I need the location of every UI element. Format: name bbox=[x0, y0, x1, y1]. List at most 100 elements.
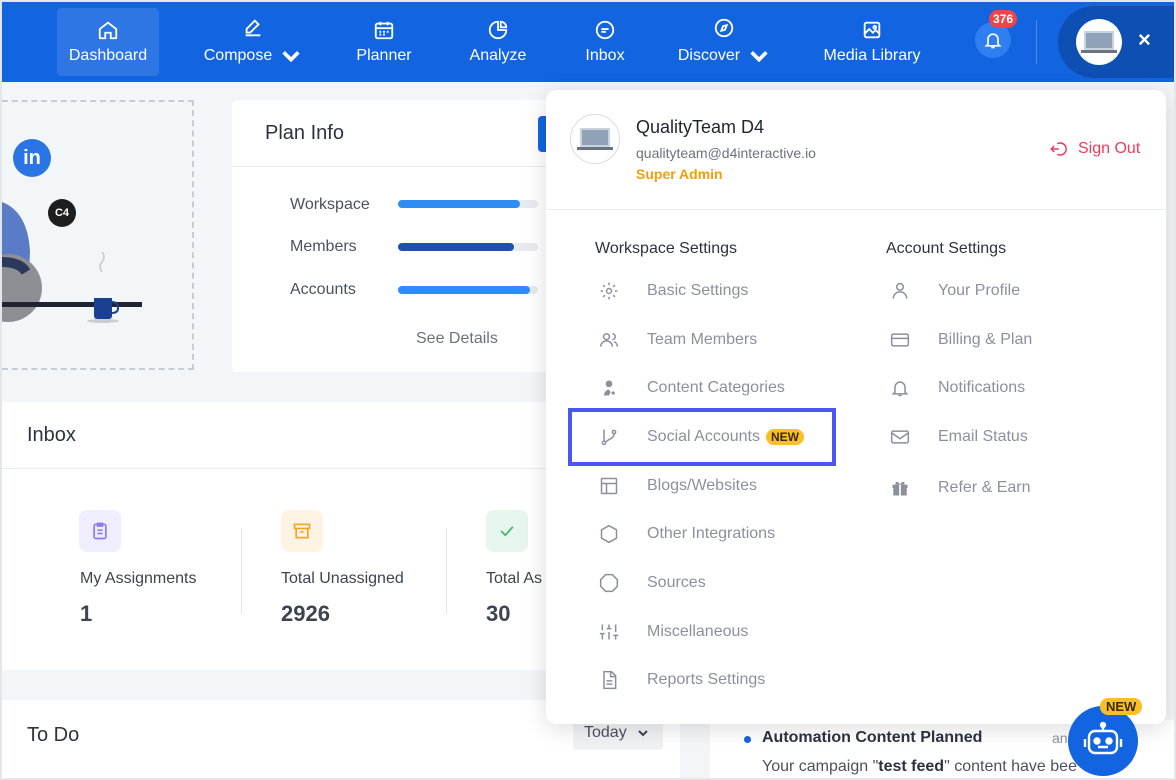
account-settings-heading: Account Settings bbox=[886, 240, 1007, 257]
nav-analyze[interactable]: Analyze bbox=[462, 8, 534, 76]
menu-label: Your Profile bbox=[938, 282, 1021, 299]
nav-discover[interactable]: Discover bbox=[676, 8, 772, 76]
nav-dashboard[interactable]: Dashboard bbox=[57, 8, 159, 76]
bell-icon bbox=[984, 33, 1002, 49]
plan-row-label: Members bbox=[290, 238, 357, 255]
users-icon bbox=[599, 333, 619, 347]
menu-label: Billing & Plan bbox=[938, 331, 1033, 348]
divider bbox=[446, 528, 447, 614]
menu-label: Other Integrations bbox=[647, 525, 776, 542]
plan-info-card: Plan Info Workspace Members Accounts See… bbox=[232, 100, 552, 372]
menu-label: Sources bbox=[647, 574, 706, 591]
menu-label: Email Status bbox=[938, 428, 1028, 445]
profile-email: qualityteam@d4interactive.io bbox=[636, 145, 816, 161]
contentstudio-logo-icon: C4 bbox=[48, 199, 76, 227]
image-icon bbox=[863, 21, 881, 39]
laptop-avatar-icon bbox=[577, 128, 613, 150]
mail-icon bbox=[890, 430, 910, 444]
notification-time: an bbox=[1052, 730, 1068, 746]
notification-body: Your campaign "test feed" content have b… bbox=[762, 758, 1077, 775]
sign-out-label: Sign Out bbox=[1078, 140, 1141, 157]
new-badge: NEW bbox=[1100, 698, 1143, 715]
menu-email-status[interactable]: Email Status bbox=[890, 422, 1028, 452]
stat-label: Total As bbox=[486, 570, 543, 587]
notification-count-badge: 376 bbox=[989, 10, 1018, 28]
sign-out-icon bbox=[1050, 142, 1067, 156]
menu-billing-plan[interactable]: Billing & Plan bbox=[890, 325, 1032, 355]
document-icon bbox=[603, 670, 617, 690]
close-menu-button[interactable]: × bbox=[1138, 29, 1151, 51]
nav-inbox[interactable]: Inbox bbox=[576, 8, 634, 76]
gear-icon bbox=[600, 282, 618, 300]
accounts-usage-bar bbox=[398, 286, 538, 294]
inbox-title: Inbox bbox=[27, 424, 76, 446]
stat-value: 2926 bbox=[281, 601, 330, 626]
members-usage-bar bbox=[398, 243, 538, 251]
archive-icon bbox=[281, 510, 323, 552]
plan-info-title: Plan Info bbox=[265, 122, 344, 144]
chat-icon bbox=[595, 20, 615, 40]
divider bbox=[232, 166, 552, 167]
profile-name: QualityTeam D4 bbox=[636, 117, 765, 137]
profile-avatar bbox=[570, 114, 620, 164]
divider bbox=[2, 468, 562, 469]
menu-refer-earn[interactable]: Refer & Earn bbox=[890, 473, 1030, 503]
nav-media-library[interactable]: Media Library bbox=[816, 8, 928, 76]
hexagon-icon bbox=[600, 524, 618, 544]
workspace-settings-heading: Workspace Settings bbox=[595, 240, 737, 257]
divider bbox=[546, 209, 1166, 210]
nav-label: Inbox bbox=[585, 47, 625, 64]
menu-team-members[interactable]: Team Members bbox=[599, 325, 757, 355]
menu-label: Content Categories bbox=[647, 379, 785, 396]
menu-sources[interactable]: Sources bbox=[599, 568, 706, 598]
stat-value: 1 bbox=[80, 601, 93, 626]
menu-label: Reports Settings bbox=[647, 671, 766, 688]
nav-planner[interactable]: Planner bbox=[349, 8, 419, 76]
chevron-down-icon bbox=[637, 730, 648, 737]
chevron-down-icon bbox=[282, 51, 300, 63]
menu-label: Notifications bbox=[938, 379, 1026, 396]
nav-compose[interactable]: Compose bbox=[198, 8, 308, 76]
plan-row-label: Workspace bbox=[290, 196, 370, 213]
bell-icon bbox=[891, 381, 909, 397]
avatar[interactable] bbox=[1076, 19, 1122, 65]
nav-label: Analyze bbox=[469, 47, 527, 64]
pie-chart-icon bbox=[488, 20, 508, 40]
stat-value: 30 bbox=[486, 601, 511, 626]
divider bbox=[241, 528, 242, 614]
see-details-link[interactable]: See Details bbox=[416, 330, 498, 348]
gift-icon bbox=[892, 481, 908, 496]
profile-dropdown: QualityTeam D4 qualityteam@d4interactive… bbox=[546, 90, 1166, 724]
clipboard-icon bbox=[79, 510, 121, 552]
sign-out-button[interactable]: Sign Out bbox=[1048, 140, 1140, 158]
sliders-icon bbox=[599, 624, 619, 640]
nav-label: Compose bbox=[203, 47, 273, 64]
menu-label: Basic Settings bbox=[647, 282, 749, 299]
menu-miscellaneous[interactable]: Miscellaneous bbox=[599, 617, 748, 647]
menu-your-profile[interactable]: Your Profile bbox=[890, 276, 1020, 306]
compass-icon bbox=[714, 18, 734, 38]
plan-row-label: Accounts bbox=[290, 281, 356, 298]
selection-highlight bbox=[568, 408, 836, 466]
chevron-down-icon bbox=[750, 51, 768, 63]
nav-label: Planner bbox=[356, 47, 412, 64]
menu-content-categories[interactable]: Content Categories bbox=[599, 373, 785, 403]
stat-label: Total Unassigned bbox=[281, 570, 404, 587]
menu-basic-settings[interactable]: Basic Settings bbox=[599, 276, 748, 306]
check-icon bbox=[486, 510, 528, 552]
nav-label: Discover bbox=[677, 47, 741, 64]
notification-title: Automation Content Planned bbox=[762, 729, 983, 746]
profile-role: Super Admin bbox=[636, 166, 723, 182]
home-icon bbox=[98, 21, 118, 40]
nav-label: Dashboard bbox=[68, 47, 148, 64]
menu-other-integrations[interactable]: Other Integrations bbox=[599, 519, 775, 549]
chatbot-button[interactable] bbox=[1068, 706, 1138, 776]
layout-icon bbox=[600, 477, 618, 495]
menu-notifications[interactable]: Notifications bbox=[890, 373, 1025, 403]
app-window: Dashboard Compose Planner Analyze Inbox … bbox=[0, 0, 1176, 780]
workspace-usage-bar bbox=[398, 200, 538, 208]
menu-reports-settings[interactable]: Reports Settings bbox=[599, 665, 765, 695]
credit-card-icon bbox=[890, 333, 910, 347]
menu-blogs-websites[interactable]: Blogs/Websites bbox=[599, 471, 757, 501]
menu-label: Refer & Earn bbox=[938, 479, 1031, 496]
